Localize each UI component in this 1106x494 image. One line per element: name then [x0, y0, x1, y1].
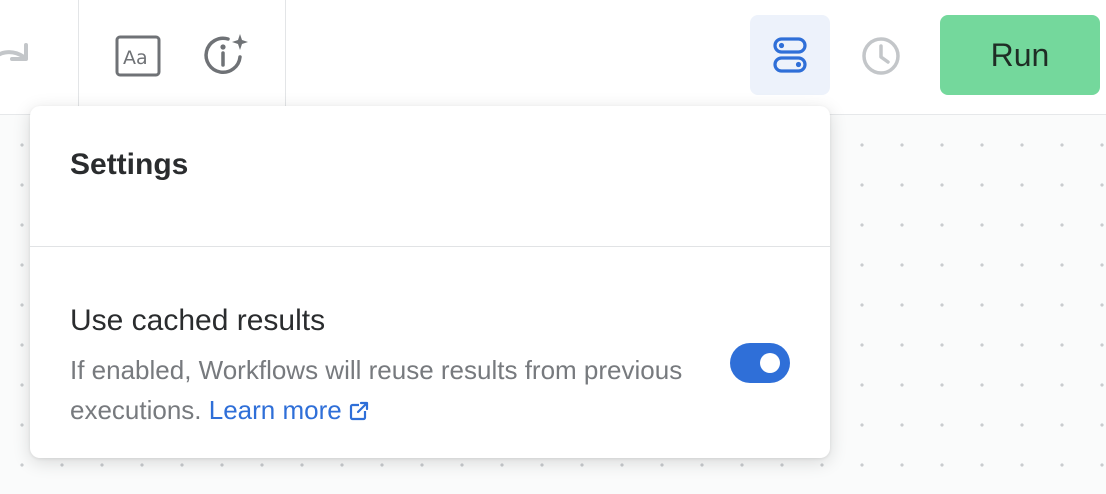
workflow-editor: Aa Run Settings Use cached results If en…	[0, 0, 1106, 494]
settings-button[interactable]	[750, 15, 830, 95]
info-sparkle-icon	[204, 34, 248, 74]
popover-title: Settings	[70, 148, 189, 181]
redo-button[interactable]	[0, 35, 36, 75]
font-aa-icon: Aa	[115, 35, 161, 77]
toolbar-divider	[78, 0, 79, 106]
cached-results-label: Use cached results	[70, 304, 326, 337]
toolbar-divider	[285, 0, 286, 106]
toggle-knob	[760, 353, 780, 373]
toolbar: Aa Run	[0, 0, 1106, 114]
external-link-icon	[349, 401, 369, 421]
learn-more-label: Learn more	[208, 395, 342, 425]
redo-icon	[0, 43, 28, 61]
learn-more-link[interactable]: Learn more	[209, 395, 370, 425]
popover-divider	[30, 246, 830, 247]
cached-results-description: If enabled, Workflows will reuse results…	[70, 350, 710, 430]
run-button[interactable]: Run	[940, 15, 1100, 95]
cached-results-toggle[interactable]	[730, 343, 790, 383]
svg-text:Aa: Aa	[123, 47, 148, 69]
clock-icon	[862, 37, 900, 75]
settings-popover: Settings Use cached results If enabled, …	[30, 106, 830, 458]
text-style-button[interactable]: Aa	[112, 32, 164, 80]
settings-toggles-icon	[773, 37, 807, 73]
description-text: If enabled, Workflows will reuse results…	[70, 355, 683, 425]
info-button[interactable]	[200, 30, 252, 80]
history-button[interactable]	[858, 33, 904, 79]
